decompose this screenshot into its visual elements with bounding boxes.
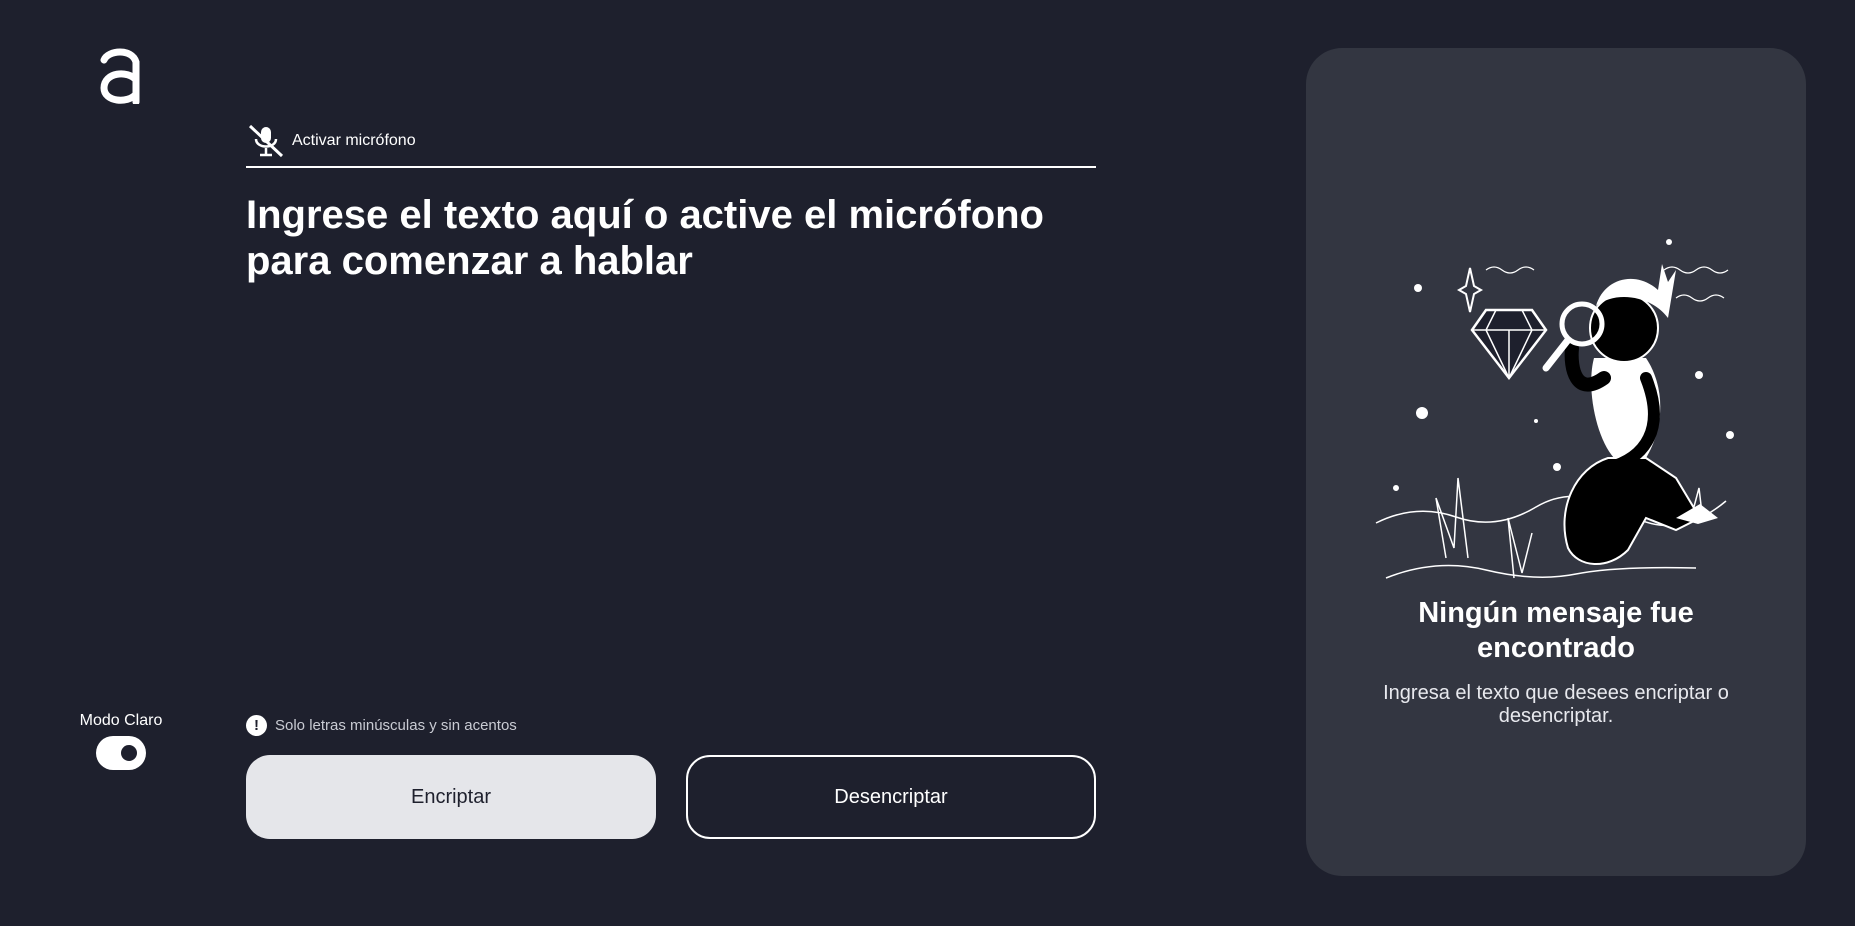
input-divider [246,166,1096,168]
result-subtitle: Ingresa el texto que desees encriptar o … [1383,682,1729,727]
magnifier-search-illustration [1375,239,1734,579]
toggle-knob [121,745,137,761]
microphone-off-icon [248,124,284,158]
activate-microphone-button[interactable]: Activar micrófono [246,124,416,158]
input-hint: ! Solo letras minúsculas y sin acentos [246,715,517,736]
exclamation-icon: ! [246,715,267,736]
theme-toggle-switch[interactable] [96,736,146,770]
hint-text: Solo letras minúsculas y sin acentos [275,717,517,734]
logo-icon [100,48,140,104]
message-text-input[interactable] [246,192,1096,672]
theme-toggle-group: Modo Claro [72,712,170,770]
microphone-label: Activar micrófono [292,132,416,149]
decrypt-button[interactable]: Desencriptar [686,755,1096,839]
result-panel: Ningún mensaje fue encontrado Ingresa el… [1306,48,1806,876]
encrypt-button[interactable]: Encriptar [246,755,656,839]
result-title: Ningún mensaje fue encontrado [1418,597,1694,664]
theme-toggle-label: Modo Claro [79,712,163,729]
